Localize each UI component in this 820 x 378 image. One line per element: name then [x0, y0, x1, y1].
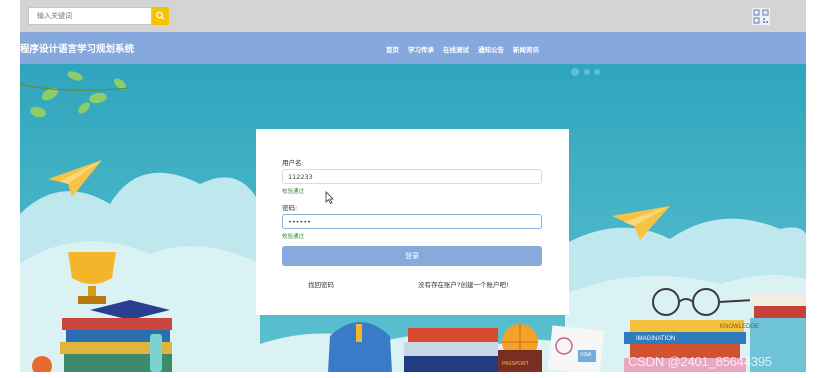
main-nav: 首页 学习传承 在线测试 通知公告 新闻资讯	[386, 44, 539, 54]
login-button[interactable]: 登录	[282, 246, 542, 266]
main-navbar: 程序设计语言学习规划系统 首页 学习传承 在线测试 通知公告 新闻资讯	[20, 32, 806, 64]
nav-notices[interactable]: 通知公告	[478, 44, 504, 54]
nav-news[interactable]: 新闻资讯	[513, 44, 539, 54]
search-icon	[156, 11, 165, 20]
password-field[interactable]	[282, 214, 542, 229]
forgot-password-link[interactable]: 找回密码	[308, 279, 334, 289]
qr-code-icon[interactable]	[752, 8, 770, 25]
username-valid-msg: 校验通过	[282, 189, 305, 195]
nav-learning[interactable]: 学习传承	[408, 44, 434, 54]
top-utility-bar	[20, 0, 806, 32]
username-label: 用户名:	[282, 159, 304, 167]
register-link[interactable]: 没有存在账户?创建一个账户吧!	[418, 279, 509, 289]
password-valid-msg: 校验通过	[282, 234, 305, 240]
search-input[interactable]	[28, 7, 152, 25]
mouse-cursor-icon	[325, 191, 334, 204]
site-title: 程序设计语言学习规划系统	[20, 44, 135, 55]
nav-home[interactable]: 首页	[386, 44, 399, 54]
csdn-watermark: CSDN @2401_85644395	[628, 354, 772, 369]
nav-online-test[interactable]: 在线测试	[443, 44, 469, 54]
username-field[interactable]	[282, 169, 542, 184]
login-card: 用户名: 校验通过 密码: 校验通过 登录 找回密码 没有存在账户?创建一个账户…	[256, 129, 569, 315]
search-button[interactable]	[152, 7, 169, 25]
password-label: 密码:	[282, 204, 298, 212]
browser-viewport: 程序设计语言学习规划系统 首页 学习传承 在线测试 通知公告 新闻资讯	[20, 0, 806, 372]
